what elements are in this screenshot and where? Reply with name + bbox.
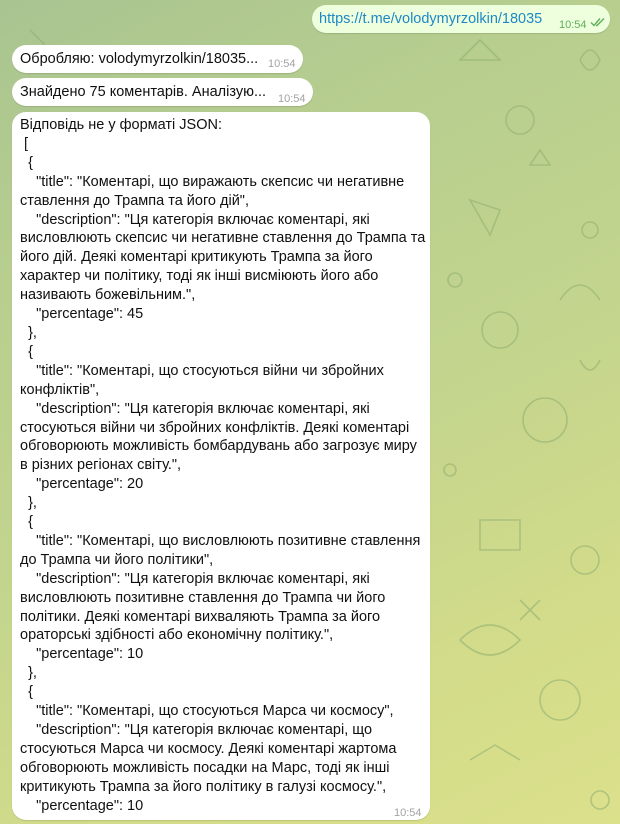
- incoming-message-bubble: Обробляю: volodymyrzolkin/18035... 10:54: [12, 45, 303, 73]
- message-time: 10:54: [268, 58, 296, 70]
- message-link[interactable]: https://t.me/volodymyrzolkin/18035: [319, 10, 542, 29]
- message-text: Знайдено 75 коментарів. Аналізую...: [20, 84, 267, 100]
- message-time: 10:54: [394, 807, 422, 819]
- message-time: 10:54: [559, 19, 587, 31]
- message-time: 10:54: [278, 93, 306, 105]
- incoming-message-bubble: Відповідь не у форматі JSON: [ { "title"…: [12, 112, 430, 820]
- message-text: Обробляю: volodymyrzolkin/18035...: [20, 51, 259, 67]
- incoming-message-bubble: Знайдено 75 коментарів. Аналізую... 10:5…: [12, 78, 313, 106]
- outgoing-message-bubble: https://t.me/volodymyrzolkin/18035 10:54: [312, 5, 610, 33]
- message-text: Відповідь не у форматі JSON: [ { "title"…: [20, 117, 426, 814]
- double-check-icon: [590, 18, 605, 27]
